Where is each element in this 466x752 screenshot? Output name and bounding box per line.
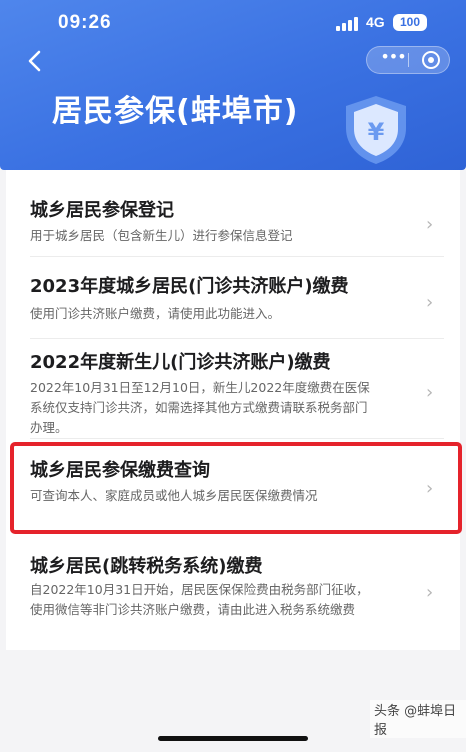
screen: 09:26 4G 100 ••• 居民参保(蚌埠市) ¥ 城乡居民参保登记 用于…: [0, 0, 466, 752]
menu-card: 城乡居民参保登记 用于城乡居民（包含新生儿）进行参保信息登记 › 2023年度城…: [6, 170, 460, 650]
battery-icon: 100: [393, 14, 427, 31]
header-banner: 09:26 4G 100 ••• 居民参保(蚌埠市) ¥: [0, 0, 466, 170]
menu-item-title: 2023年度城乡居民(门诊共济账户)缴费: [30, 276, 349, 297]
menu-item-desc: 自2022年10月31日开始，居民医保保险费由税务部门征收，使用微信等非门诊共济…: [30, 582, 369, 617]
mini-program-capsule: •••: [366, 46, 450, 74]
menu-item-registration[interactable]: 城乡居民参保登记 用于城乡居民（包含新生儿）进行参保信息登记 ›: [6, 188, 460, 266]
chevron-right-icon: ›: [426, 582, 434, 603]
menu-item-title: 城乡居民参保登记: [30, 200, 174, 221]
menu-item-2022-newborn[interactable]: 2022年度新生儿(门诊共济账户)缴费 2022年10月31日至12月10日，新…: [6, 340, 460, 444]
menu-item-tax-system-payment[interactable]: 城乡居民(跳转税务系统)缴费 自2022年10月31日开始，居民医保保险费由税务…: [6, 538, 460, 638]
network-label: 4G: [366, 14, 385, 30]
highlight-box: [10, 442, 462, 534]
page-title: 居民参保(蚌埠市): [52, 94, 299, 129]
menu-item-desc: 使用门诊共济账户缴费，请使用此功能进入。: [30, 306, 281, 321]
menu-item-desc: 2022年10月31日至12月10日，新生儿2022年度缴费在医保系统仅支持门诊…: [30, 380, 370, 435]
close-target-icon[interactable]: [422, 51, 440, 69]
menu-item-title: 2022年度新生儿(门诊共济账户)缴费: [30, 352, 331, 373]
chevron-right-icon: ›: [426, 214, 434, 235]
svg-text:¥: ¥: [368, 118, 385, 146]
chevron-right-icon: ›: [426, 382, 434, 403]
signal-icon: [336, 15, 362, 31]
shield-yuan-icon: ¥: [338, 92, 414, 168]
more-icon[interactable]: •••: [380, 47, 406, 73]
chevron-right-icon: ›: [426, 292, 434, 313]
menu-item-title: 城乡居民(跳转税务系统)缴费: [30, 556, 263, 577]
status-bar: 09:26 4G 100: [0, 0, 466, 44]
home-indicator: [158, 736, 308, 741]
menu-item-desc: 用于城乡居民（包含新生儿）进行参保信息登记: [30, 228, 293, 243]
chevron-left-icon: [28, 50, 41, 72]
status-time: 09:26: [58, 12, 112, 33]
watermark: 头条 @蚌埠日报: [370, 700, 466, 738]
menu-item-2023-payment[interactable]: 2023年度城乡居民(门诊共济账户)缴费 使用门诊共济账户缴费，请使用此功能进入…: [6, 258, 460, 344]
back-button[interactable]: [20, 46, 50, 76]
